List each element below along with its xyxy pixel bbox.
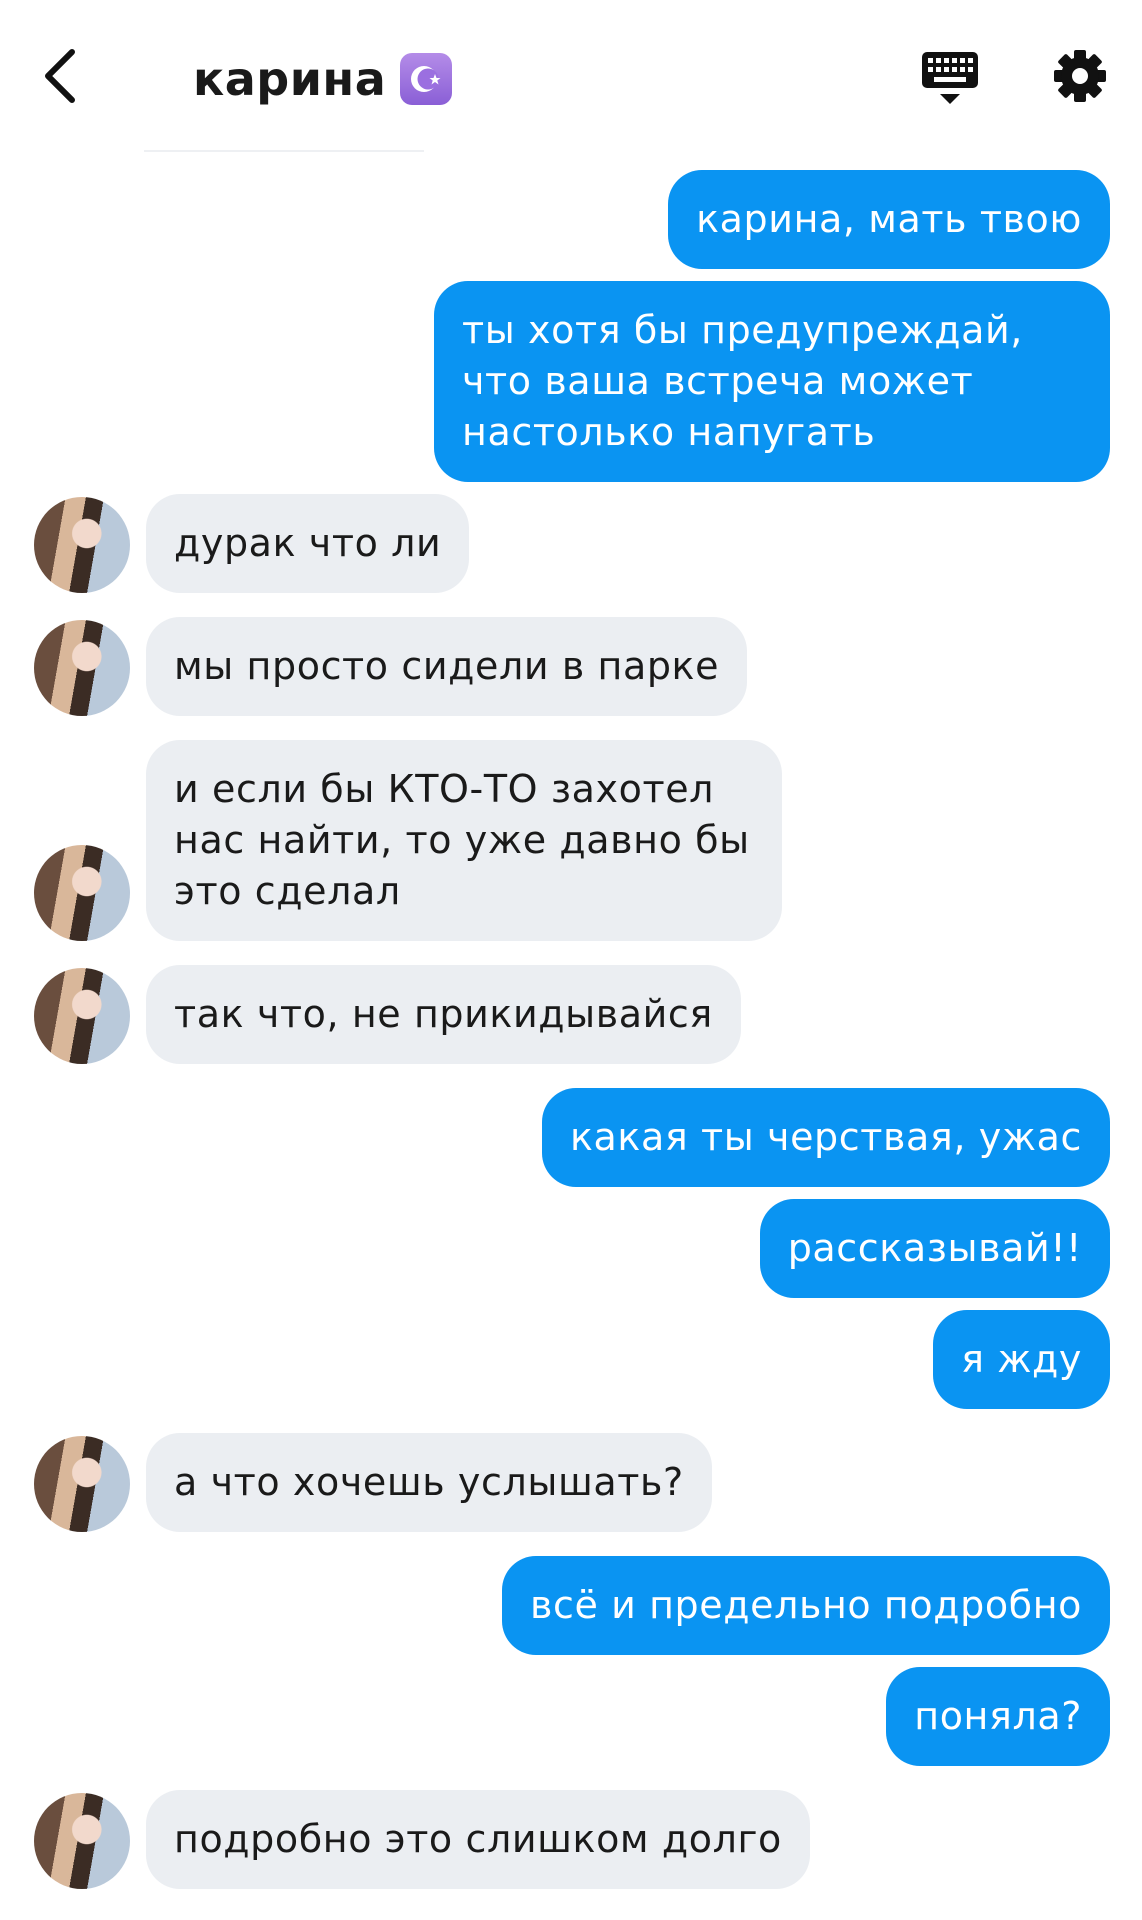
- avatar[interactable]: [34, 1793, 130, 1889]
- keyboard-icon: [922, 52, 978, 104]
- message-bubble[interactable]: ты хотя бы предупреждай, что ваша встреч…: [434, 281, 1110, 482]
- contact-name: карина: [193, 52, 387, 106]
- back-button[interactable]: [40, 48, 84, 104]
- message-bubble[interactable]: подробно это слишком долго: [146, 1790, 810, 1889]
- message-bubble[interactable]: карина, мать твою: [668, 170, 1110, 269]
- keyboard-button[interactable]: [920, 50, 980, 106]
- settings-button[interactable]: [1052, 48, 1108, 104]
- avatar[interactable]: [34, 497, 130, 593]
- message-outgoing: поняла?: [0, 1667, 1142, 1766]
- message-incoming: дурак что ли: [0, 494, 1142, 593]
- chat-header: карина: [0, 0, 1142, 150]
- star-and-crescent-icon: [400, 53, 453, 105]
- message-bubble[interactable]: рассказывай!!: [759, 1199, 1110, 1298]
- message-bubble[interactable]: и если бы КТО-ТО захотел нас найти, то у…: [146, 740, 782, 941]
- message-bubble[interactable]: мы просто сидели в парке: [146, 617, 748, 716]
- message-incoming: и если бы КТО-ТО захотел нас найти, то у…: [0, 740, 1142, 941]
- gear-icon: [1054, 50, 1106, 102]
- message-bubble[interactable]: я жду: [933, 1310, 1110, 1409]
- message-incoming: так что, не прикидывайся: [0, 965, 1142, 1064]
- message-bubble[interactable]: всё и предельно подробно: [501, 1556, 1110, 1655]
- message-incoming: подробно это слишком долго: [0, 1790, 1142, 1889]
- message-incoming: а что хочешь услышать?: [0, 1433, 1142, 1532]
- message-bubble[interactable]: дурак что ли: [146, 494, 470, 593]
- avatar[interactable]: [34, 968, 130, 1064]
- message-outgoing: рассказывай!!: [0, 1199, 1142, 1298]
- message-bubble[interactable]: а что хочешь услышать?: [146, 1433, 712, 1532]
- avatar[interactable]: [34, 620, 130, 716]
- message-bubble[interactable]: так что, не прикидывайся: [146, 965, 741, 1064]
- message-outgoing: всё и предельно подробно: [0, 1556, 1142, 1655]
- avatar[interactable]: [34, 1436, 130, 1532]
- message-bubble[interactable]: поняла?: [886, 1667, 1110, 1766]
- message-outgoing: я жду: [0, 1310, 1142, 1409]
- message-outgoing: какая ты черствая, ужас: [0, 1088, 1142, 1187]
- message-outgoing: карина, мать твою: [0, 170, 1142, 269]
- avatar[interactable]: [34, 845, 130, 941]
- chat-title[interactable]: карина: [193, 44, 453, 114]
- chevron-left-icon: [45, 49, 75, 103]
- message-bubble[interactable]: какая ты черствая, ужас: [541, 1088, 1110, 1187]
- message-incoming: мы просто сидели в парке: [0, 617, 1142, 716]
- message-outgoing: ты хотя бы предупреждай, что ваша встреч…: [0, 281, 1142, 482]
- message-thread: карина, мать твою ты хотя бы предупрежда…: [0, 170, 1142, 1913]
